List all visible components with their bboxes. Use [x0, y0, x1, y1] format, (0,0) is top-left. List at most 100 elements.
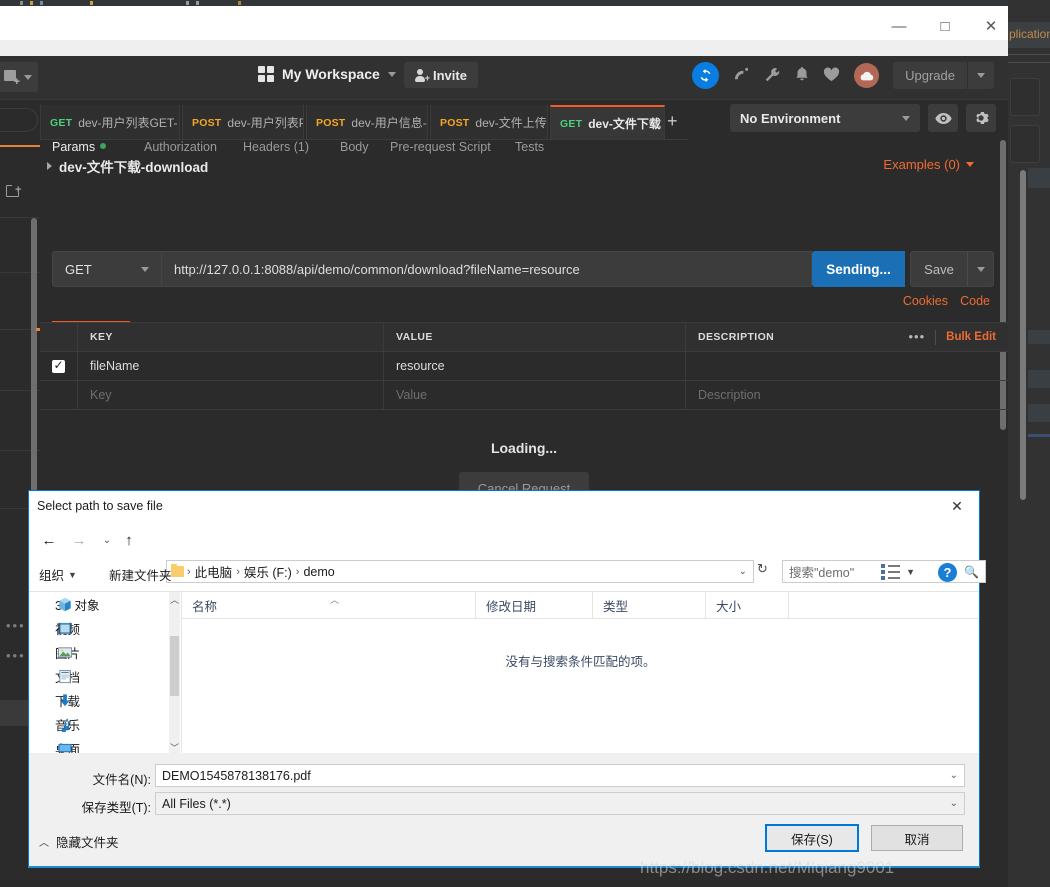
bulk-edit-link[interactable]: Bulk Edit — [946, 331, 996, 343]
upgrade-label: Upgrade — [905, 68, 955, 83]
sidebar-scrollbar[interactable] — [31, 218, 37, 508]
tab-tests[interactable]: Tests — [515, 140, 544, 154]
filename-label: 文件名(N): — [92, 773, 151, 787]
table-row-placeholder[interactable]: Key Value Description — [40, 381, 1008, 410]
person-add-icon: + — [415, 68, 430, 82]
method-selector[interactable]: GET — [52, 251, 162, 287]
save-button[interactable]: Save — [910, 251, 994, 287]
params-more-button[interactable]: ••• — [909, 330, 926, 343]
sort-ascending-icon: ︿ — [330, 595, 340, 605]
forward-icon[interactable]: → — [67, 529, 91, 551]
window-minimize-button[interactable]: — — [876, 12, 922, 40]
nav-item-downloads[interactable]: 下载 — [29, 688, 181, 712]
organize-button[interactable]: 组织 ▼ — [39, 565, 77, 584]
request-tab-3[interactable]: POST dev-文件上传-up — [430, 105, 548, 140]
params-dot — [100, 143, 107, 149]
navpane-scrollbar[interactable]: ︿ ﹀ — [169, 592, 180, 754]
sidebar-search-pill[interactable] — [0, 108, 38, 132]
wrench-icon[interactable] — [764, 67, 781, 85]
sync-icon[interactable] — [692, 62, 720, 89]
url-input[interactable]: http://127.0.0.1:8088/api/demo/common/do… — [162, 251, 812, 287]
request-tab-2[interactable]: POST dev-用户信息-inf — [306, 105, 428, 140]
filename-field[interactable]: DEMO1545878138176.pdf ⌄ — [155, 764, 965, 787]
table-row[interactable]: fileName resource — [40, 352, 1008, 381]
tab-title: dev-用户信息-inf — [351, 116, 427, 130]
view-options-button[interactable]: ▼ — [881, 564, 915, 580]
dialog-titlebar: Select path to save file ✕ — [29, 491, 979, 523]
nav-item-videos[interactable]: 视频 — [29, 616, 181, 640]
upgrade-button[interactable]: Upgrade — [893, 62, 994, 89]
gear-icon[interactable] — [966, 104, 996, 132]
antenna-icon[interactable] — [733, 67, 750, 85]
new-collection-icon[interactable]: + — [6, 183, 24, 199]
column-modified[interactable]: 修改日期 — [476, 592, 593, 618]
invite-button[interactable]: + Invite — [404, 62, 478, 88]
window-maximize-button[interactable]: □ — [922, 12, 968, 40]
chevron-down-icon: ▼ — [906, 567, 915, 577]
new-folder-button[interactable]: 新建文件夹 — [109, 565, 172, 584]
new-tab-button[interactable]: + — [667, 112, 678, 130]
dialog-close-button[interactable]: ✕ — [935, 491, 979, 521]
chevron-down-icon[interactable]: ⌄ — [950, 770, 958, 781]
workspace-selector[interactable]: My Workspace — [258, 66, 396, 82]
help-icon[interactable]: ? — [938, 563, 957, 582]
nav-item-music[interactable]: 音乐 — [29, 712, 181, 736]
nav-item-documents[interactable]: 文档 — [29, 664, 181, 688]
bg-highlight — [1028, 434, 1050, 437]
cancel-button[interactable]: 取消 — [871, 825, 963, 851]
loading-label: Loading... — [490, 440, 558, 456]
tab-authorization[interactable]: Authorization — [144, 140, 217, 154]
sidebar-item-more-1[interactable]: ••• — [6, 618, 26, 633]
code-link[interactable]: Code — [960, 294, 990, 308]
column-size[interactable]: 大小 — [706, 592, 789, 618]
examples-dropdown[interactable]: Examples (0) — [883, 157, 974, 172]
tab-title: dev-用户列表GET- — [78, 116, 178, 130]
nav-item-pictures[interactable]: 图片 — [29, 640, 181, 664]
cookies-link[interactable]: Cookies — [903, 294, 948, 308]
filetype-field[interactable]: All Files (*.*) ⌄ — [155, 792, 965, 815]
sidebar-active-underline — [0, 145, 40, 147]
bg-row-3 — [1028, 370, 1050, 388]
column-type[interactable]: 类型 — [593, 592, 706, 618]
scroll-down-icon[interactable]: ﹀ — [169, 740, 180, 754]
nav-item-3d-objects[interactable]: 3D 对象 — [29, 592, 181, 616]
filetype-label: 保存类型(T): — [81, 801, 151, 815]
heart-icon[interactable] — [823, 66, 840, 85]
new-button[interactable]: + — [0, 62, 38, 92]
scroll-up-icon[interactable]: ︿ — [169, 592, 180, 606]
row-checkbox[interactable] — [52, 358, 65, 373]
tab-params[interactable]: Params — [52, 140, 107, 154]
request-tab-4[interactable]: GET dev-文件下载 ✕ — [550, 105, 665, 140]
save-label: Save — [924, 261, 954, 277]
save-button[interactable]: 保存(S) — [765, 824, 859, 852]
avatar[interactable] — [854, 63, 880, 88]
scrollbar-thumb[interactable] — [170, 636, 179, 696]
recent-locations-icon[interactable]: ⌄ — [95, 529, 119, 551]
environment-selector[interactable]: No Environment — [730, 104, 920, 132]
back-icon[interactable]: ← — [37, 529, 61, 551]
tab-prerequest-script[interactable]: Pre-request Script — [390, 140, 491, 154]
send-button[interactable]: Sending... — [812, 251, 905, 287]
bg-scrollbar[interactable] — [1020, 170, 1026, 500]
bg-row-2 — [1028, 330, 1050, 344]
breadcrumb-label: dev-文件下载-download — [59, 160, 209, 175]
tab-headers[interactable]: Headers (1) — [243, 140, 309, 154]
sidebar-item-more-2[interactable]: ••• — [6, 648, 26, 663]
chevron-down-icon[interactable]: ⌄ — [950, 798, 958, 809]
breadcrumb[interactable]: dev-文件下载-download — [40, 156, 208, 176]
filename-value: DEMO1545878138176.pdf — [162, 768, 311, 783]
up-icon[interactable]: ↑ — [117, 529, 141, 551]
chevron-down-icon — [966, 162, 974, 167]
background-app-label: plication — [1009, 27, 1050, 41]
eye-icon[interactable] — [928, 104, 958, 132]
tab-body[interactable]: Body — [340, 140, 369, 154]
download-icon — [60, 693, 70, 706]
window-close-button[interactable]: ✕ — [968, 12, 1014, 40]
request-tab-0[interactable]: GET dev-用户列表GET- — [40, 105, 180, 140]
organize-label: 组织 — [39, 569, 65, 583]
hide-folders-toggle[interactable]: ︿ 隐藏文件夹 — [39, 832, 119, 851]
environment-name: No Environment — [740, 110, 841, 126]
bell-icon[interactable] — [795, 66, 809, 85]
request-tab-1[interactable]: POST dev-用户列表POS — [182, 105, 304, 140]
column-name[interactable]: 名称 — [182, 592, 476, 618]
